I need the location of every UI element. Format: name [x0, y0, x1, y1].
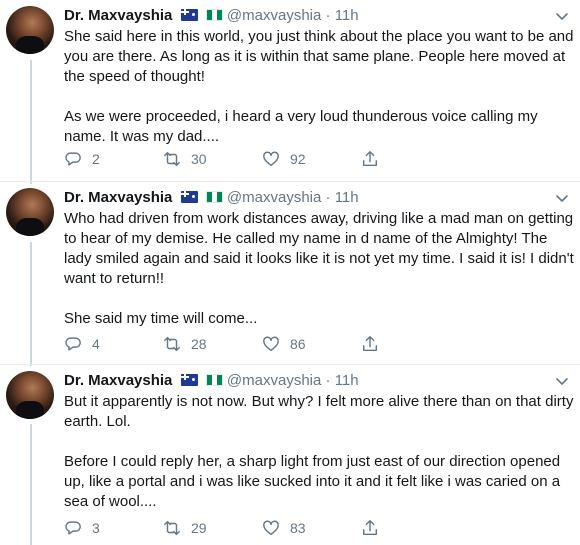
separator-dot: · — [325, 372, 331, 389]
reply-button[interactable]: 3 — [64, 518, 100, 538]
nigeria-flag-icon — [205, 374, 223, 386]
reply-count: 3 — [92, 520, 100, 536]
nigeria-flag-icon — [205, 9, 223, 21]
like-button[interactable]: 86 — [262, 334, 306, 354]
tweet-paragraph: Before I could reply her, a sharp light … — [64, 453, 561, 510]
tweet-timestamp[interactable]: 11h — [335, 7, 359, 24]
reply-count: 2 — [92, 151, 100, 167]
speech-bubble-icon — [65, 521, 81, 535]
heart-icon — [263, 151, 279, 167]
retweet-button[interactable]: 30 — [163, 149, 207, 169]
tweet-text: But it apparently is not now. But why? I… — [64, 392, 574, 512]
tweet-text: Who had driven from work distances away,… — [64, 209, 574, 329]
share-button[interactable] — [361, 518, 389, 538]
share-upload-icon — [362, 336, 378, 352]
like-button[interactable]: 92 — [262, 149, 306, 169]
tweet-timestamp[interactable]: 11h — [335, 372, 359, 389]
chevron-down-icon[interactable] — [552, 6, 572, 26]
separator-dot: · — [325, 189, 331, 206]
chevron-down-icon[interactable] — [552, 188, 572, 208]
separator-dot: · — [325, 7, 331, 24]
tweet-paragraph: She said my time will come... — [64, 310, 258, 327]
like-count: 86 — [290, 336, 306, 352]
tweet[interactable]: Dr. Maxvayshia @maxvayshia · 11h But it … — [0, 371, 580, 545]
retweet-button[interactable]: 29 — [163, 518, 207, 538]
share-upload-icon — [362, 520, 378, 536]
tweet-header: Dr. Maxvayshia @maxvayshia · 11h — [64, 188, 359, 208]
australia-flag-icon — [180, 9, 198, 21]
tweet-divider — [0, 181, 580, 182]
avatar[interactable] — [6, 371, 54, 419]
australia-flag-icon — [180, 191, 198, 203]
tweet-actions: 2 30 92 — [64, 149, 484, 169]
like-count: 83 — [290, 520, 306, 536]
tweet-divider — [0, 364, 580, 365]
retweet-arrows-icon — [164, 336, 180, 352]
speech-bubble-icon — [65, 152, 81, 166]
author-handle[interactable]: @maxvayshia — [227, 7, 321, 24]
australia-flag-icon — [180, 374, 198, 386]
tweet-paragraph: As we were proceeded, i heard a very lou… — [64, 108, 538, 145]
retweet-arrows-icon — [164, 151, 180, 167]
tweet[interactable]: Dr. Maxvayshia @maxvayshia · 11h Who had… — [0, 188, 580, 364]
share-button[interactable] — [361, 334, 389, 354]
chevron-down-icon[interactable] — [552, 371, 572, 391]
tweet-actions: 4 28 86 — [64, 334, 484, 354]
retweet-button[interactable]: 28 — [163, 334, 207, 354]
reply-count: 4 — [92, 336, 100, 352]
tweet[interactable]: Dr. Maxvayshia @maxvayshia · 11h She sai… — [0, 6, 580, 182]
author-handle[interactable]: @maxvayshia — [227, 372, 321, 389]
share-upload-icon — [362, 151, 378, 167]
retweet-count: 29 — [191, 520, 207, 536]
reply-button[interactable]: 2 — [64, 149, 100, 169]
author-name[interactable]: Dr. Maxvayshia — [64, 372, 172, 389]
tweet-paragraph: Who had driven from work distances away,… — [64, 210, 574, 287]
author-name[interactable]: Dr. Maxvayshia — [64, 7, 172, 24]
tweet-actions: 3 29 83 — [64, 518, 484, 538]
retweet-count: 28 — [191, 336, 207, 352]
tweet-header: Dr. Maxvayshia @maxvayshia · 11h — [64, 6, 359, 26]
heart-icon — [263, 520, 279, 536]
like-count: 92 — [290, 151, 306, 167]
avatar[interactable] — [6, 188, 54, 236]
author-handle[interactable]: @maxvayshia — [227, 189, 321, 206]
share-button[interactable] — [361, 149, 389, 169]
author-name[interactable]: Dr. Maxvayshia — [64, 189, 172, 206]
tweet-text: She said here in this world, you just th… — [64, 27, 574, 147]
retweet-count: 30 — [191, 151, 207, 167]
speech-bubble-icon — [65, 337, 81, 351]
like-button[interactable]: 83 — [262, 518, 306, 538]
tweet-paragraph: She said here in this world, you just th… — [64, 28, 574, 85]
avatar[interactable] — [6, 6, 54, 54]
reply-button[interactable]: 4 — [64, 334, 100, 354]
retweet-arrows-icon — [164, 520, 180, 536]
nigeria-flag-icon — [205, 191, 223, 203]
tweet-header: Dr. Maxvayshia @maxvayshia · 11h — [64, 371, 359, 391]
tweet-timestamp[interactable]: 11h — [335, 189, 359, 206]
heart-icon — [263, 336, 279, 352]
tweet-paragraph: But it apparently is not now. But why? I… — [64, 393, 574, 430]
